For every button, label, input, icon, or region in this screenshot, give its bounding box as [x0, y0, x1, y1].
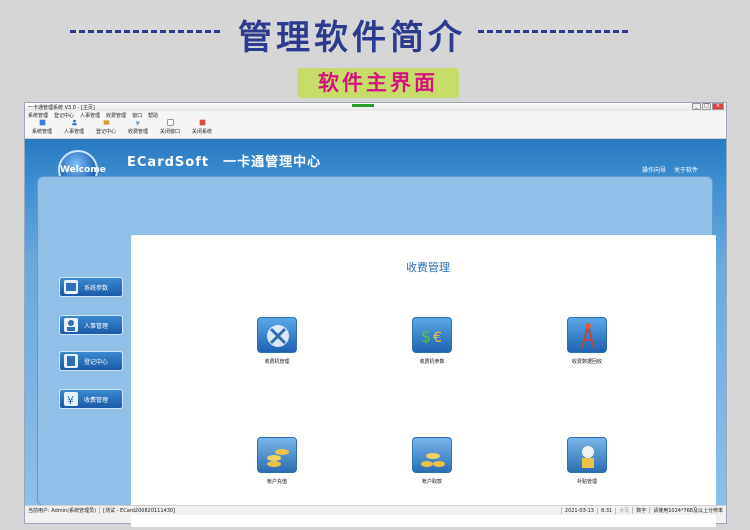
menu-item-help[interactable]: 帮助: [148, 112, 158, 119]
close-window-icon: [166, 119, 174, 126]
tools-icon: [257, 317, 297, 353]
menu-item-register[interactable]: 登记中心: [54, 112, 74, 119]
toolbar-hr-button[interactable]: 人事管理: [59, 119, 89, 138]
fee-icon: ¥: [135, 120, 139, 126]
toolbar: 系统管理 人事管理 登记中心 ¥ 收费管理 关闭窗口 关闭系统: [25, 119, 726, 139]
menu-item-hr[interactable]: 人事管理: [80, 112, 100, 119]
subsidy-icon: [567, 437, 607, 473]
menu-bar: 系统管理 登记中心 人事管理 收费管理 窗口 帮助: [25, 111, 726, 119]
app-window: 一卡通管理系统 V3.0 - [主页] _ □ × 系统管理 登记中心 人事管理…: [24, 102, 727, 527]
workspace-frame: 系统参数 人事管理 登记中心 ¥ 收费管理 收费管理 收费机管理 $ € 收费机…: [37, 176, 716, 527]
toolbar-register-button[interactable]: 登记中心: [91, 119, 121, 138]
top-links: 操作向导 关于软件: [642, 165, 698, 174]
close-button[interactable]: ×: [712, 103, 724, 110]
status-date: 2021-03-13: [562, 507, 598, 514]
shutdown-icon: [199, 119, 205, 126]
main-panel: Welcome ECardSoft 一卡通管理中心 操作向导 关于软件 系统参数…: [25, 139, 726, 527]
gold-coins-icon: [412, 437, 452, 473]
nav-fee[interactable]: ¥ 收费管理: [59, 389, 123, 409]
nav-register[interactable]: 登记中心: [59, 351, 123, 371]
register-icon: [64, 354, 78, 368]
toolbar-system-button[interactable]: 系统管理: [27, 119, 57, 138]
about-link[interactable]: 关于软件: [674, 165, 698, 174]
status-time: 8:31: [598, 507, 617, 514]
feature-fee-machine-mgmt[interactable]: 收费机管理: [237, 317, 317, 365]
minimize-button[interactable]: _: [692, 103, 701, 110]
yen-icon: ¥: [64, 392, 78, 406]
guide-link[interactable]: 操作向导: [642, 165, 666, 174]
status-caps: 大写: [616, 507, 634, 514]
svg-text:$: $: [421, 327, 431, 346]
coins-icon: [257, 437, 297, 473]
window-title: 一卡通管理系统 V3.0 - [主页]: [28, 104, 95, 111]
feature-subsidy-mgmt[interactable]: 补贴管理: [547, 437, 627, 485]
nav-hr[interactable]: 人事管理: [59, 315, 123, 335]
status-mode: [测试 - ECard200820111430]: [100, 507, 562, 514]
page-subtitle: 软件主界面: [297, 68, 459, 98]
menu-item-fee[interactable]: 收费管理: [106, 112, 126, 119]
title-dash-right: [478, 30, 628, 33]
antenna-icon: [567, 317, 607, 353]
status-bar: 当前用户: Admin(系统管理员) [测试 - ECard2008201114…: [25, 505, 726, 515]
svg-text:¥: ¥: [67, 394, 74, 406]
system-icon: [39, 119, 45, 126]
page-title: 管理软件简介: [238, 18, 466, 58]
window-titlebar[interactable]: 一卡通管理系统 V3.0 - [主页] _ □ ×: [25, 103, 726, 111]
svg-text:€: €: [433, 330, 442, 346]
content-panel: 收费管理 收费机管理 $ € 收费机参数 收费数据回收 帐户充值 帐户取款 补贴…: [131, 235, 716, 527]
svg-text:¥: ¥: [135, 120, 139, 126]
status-num: 数字: [633, 507, 651, 514]
menu-item-window[interactable]: 窗口: [132, 112, 142, 119]
currency-icon: $ €: [412, 317, 452, 353]
toolbar-shutdown-button[interactable]: 关闭系统: [187, 119, 217, 138]
status-user: 当前用户: Admin(系统管理员): [25, 507, 101, 514]
progress-indicator: [352, 104, 374, 107]
status-hint: 请使用1024*768及以上分辨率: [653, 508, 723, 514]
feature-fee-machine-params[interactable]: $ € 收费机参数: [392, 317, 472, 365]
feature-account-withdraw[interactable]: 帐户取款: [392, 437, 472, 485]
title-dash-left: [70, 30, 220, 33]
brand-title: ECardSoft 一卡通管理中心: [127, 155, 322, 170]
maximize-button[interactable]: □: [702, 103, 711, 110]
toolbar-fee-button[interactable]: ¥ 收费管理: [123, 119, 153, 138]
feature-fee-data-recovery[interactable]: 收费数据回收: [547, 317, 627, 365]
content-title: 收费管理: [406, 261, 450, 274]
system-params-icon: [64, 280, 78, 294]
person-icon: [71, 119, 77, 126]
banner: 管理软件简介 软件主界面: [0, 0, 750, 100]
toolbar-close-window-button[interactable]: 关闭窗口: [155, 119, 185, 138]
register-icon: [103, 120, 109, 125]
menu-item-system[interactable]: 系统管理: [28, 112, 48, 119]
feature-account-topup[interactable]: 帐户充值: [237, 437, 317, 485]
nav-system-params[interactable]: 系统参数: [59, 277, 123, 297]
user-icon: [64, 318, 78, 332]
